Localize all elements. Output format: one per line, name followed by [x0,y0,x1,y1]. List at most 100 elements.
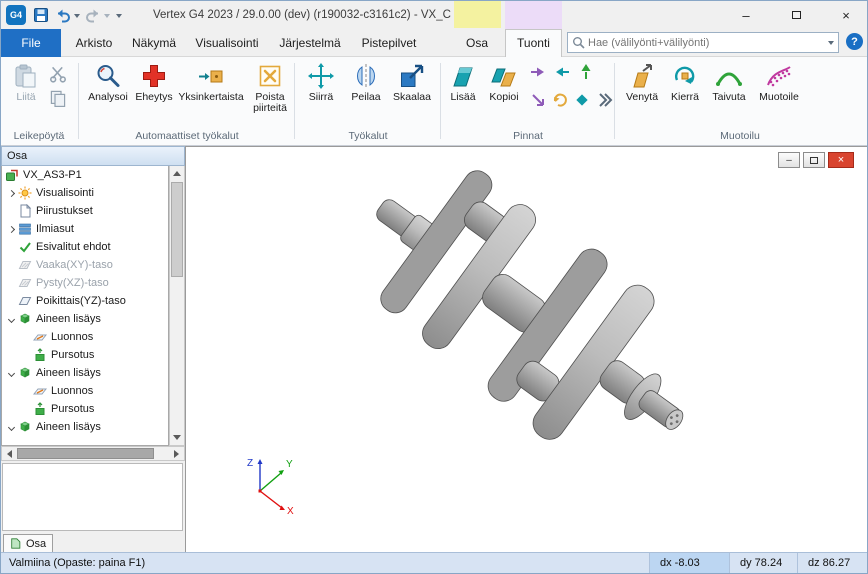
model-viewport[interactable]: Z Y X – × [185,146,868,552]
tab-tuonti[interactable]: Tuonti [505,29,562,57]
scale-button[interactable]: Skaalaa [389,62,435,103]
copy-icon[interactable] [49,89,67,107]
part-page-icon [10,537,22,550]
close-button[interactable]: × [823,1,868,29]
scroll-down-icon[interactable] [170,430,184,445]
ribbon-button-label: Kierrä [671,92,699,103]
analyze-magnifier-icon [94,62,122,90]
tree-item[interactable]: Visualisointi [2,184,168,202]
tree-item[interactable]: Aineen lisäys [2,310,168,328]
tree-item-label: Pursotus [51,403,94,415]
simplify-button[interactable]: Yksinkertaista [177,62,245,103]
scrollbar-thumb[interactable] [171,182,183,277]
chevron-right-icon[interactable] [5,222,18,236]
surface-tool-5-icon[interactable] [551,91,569,109]
chevron-down-icon[interactable] [5,366,18,380]
chevron-down-icon[interactable] [5,312,18,326]
scroll-left-icon[interactable] [2,447,17,460]
viewport-close-button[interactable]: × [828,152,854,168]
tree-item[interactable]: Pursotus [2,346,168,364]
surface-tool-2-icon[interactable] [553,63,571,81]
tree-item-label: Aineen lisäys [36,367,101,379]
tree-item-label: Vaaka(XY)-taso [36,259,113,271]
chevron-right-icon[interactable] [5,186,18,200]
scroll-up-icon[interactable] [170,166,184,181]
scrollbar-thumb[interactable] [17,448,154,459]
surface-add-button[interactable]: Lisää [445,62,481,103]
viewport-restore-button[interactable] [803,152,825,168]
redo-dropdown-icon[interactable] [104,14,110,18]
tree-item[interactable]: Pysty(XZ)-taso [2,274,168,292]
search-input[interactable] [588,34,816,51]
tab-jarjestelma[interactable]: Järjestelmä [271,29,349,57]
mirror-icon [352,62,380,90]
tree-item-label: Luonnos [51,331,93,343]
scroll-right-icon[interactable] [169,447,184,460]
undo-dropdown-icon[interactable] [74,14,80,18]
surface-tool-6-icon[interactable] [573,91,591,109]
toolbar-options-icon[interactable] [116,14,122,18]
viewport-minimize-button[interactable]: – [778,152,800,168]
tree-item[interactable]: Luonnos [2,328,168,346]
minimize-button[interactable]: – [723,1,769,29]
twist-button[interactable]: Kierrä [665,62,705,103]
tab-visualisointi[interactable]: Visualisointi [185,29,269,57]
tree-item[interactable]: Ilmiasut [2,220,168,238]
group-label-auto-tools: Automaattiset työkalut [81,130,293,142]
restore-icon [810,157,818,164]
tree-item[interactable]: Piirustukset [2,202,168,220]
tab-arkisto[interactable]: Arkisto [65,29,123,57]
tree-item[interactable]: Poikittais(YZ)-taso [2,292,168,310]
tab-file[interactable]: File [1,29,61,57]
tree-item[interactable]: Aineen lisäys [2,364,168,382]
panel-bottom-tab-osa[interactable]: Osa [3,534,53,552]
paste-button[interactable]: Liitä [7,62,45,103]
status-message: Valmiina (Opaste: paina F1) [9,553,145,574]
ribbon-button-label: Taivuta [712,92,745,103]
chevron-down-icon[interactable] [5,420,18,434]
heal-button[interactable]: Eheytys [133,62,175,103]
tree-horizontal-scrollbar[interactable] [1,446,185,461]
sketch-icon [33,384,47,398]
tree-item[interactable]: Esivalitut ehdot [2,238,168,256]
tree-item-label: Luonnos [51,385,93,397]
tree-item[interactable]: VX_AS3-P1 [2,166,168,184]
tree-item[interactable]: Vaaka(XY)-taso [2,256,168,274]
save-icon[interactable] [33,7,49,23]
redo-icon[interactable] [85,7,101,23]
tab-pistepilvet[interactable]: Pistepilvet [351,29,427,57]
mirror-button[interactable]: Peilaa [345,62,387,103]
tree-item[interactable]: Luonnos [2,382,168,400]
group-label-clipboard: Leikepöytä [1,130,77,142]
extrude-icon [33,402,47,416]
group-label-tools: Työkalut [297,130,439,142]
analyze-button[interactable]: Analysoi [85,62,131,103]
remove-features-button[interactable]: Poista piirteitä [247,62,293,114]
y-axis-label: Y [286,459,293,470]
tab-nakyma[interactable]: Näkymä [125,29,183,57]
panel-header: Osa [1,146,185,166]
bend-button[interactable]: Taivuta [707,62,751,103]
surface-tool-7-icon[interactable] [595,91,613,109]
undo-icon[interactable] [55,7,71,23]
tree-vertical-scrollbar[interactable] [169,166,185,446]
surface-icon [449,62,477,90]
surface-tool-1-icon[interactable] [529,63,547,81]
surface-tool-3-icon[interactable] [577,63,595,81]
shape-button[interactable]: Muotoile [753,62,805,103]
cut-scissors-icon[interactable] [49,65,67,83]
search-icon [572,36,585,49]
maximize-button[interactable] [773,1,819,29]
bottom-tab-label: Osa [26,538,46,550]
stretch-button[interactable]: Venytä [621,62,663,103]
surface-tool-4-icon[interactable] [529,91,547,109]
extrude-icon [33,348,47,362]
surface-copy-button[interactable]: Kopioi [483,62,525,103]
search-dropdown-icon[interactable] [828,41,834,45]
tab-osa[interactable]: Osa [453,29,501,57]
move-button[interactable]: Siirrä [301,62,341,103]
tree-item[interactable]: Aineen lisäys [2,418,168,436]
ribbon-tab-row: File Arkisto Näkymä Visualisointi Järjes… [1,29,867,57]
tree-item[interactable]: Pursotus [2,400,168,418]
help-button[interactable]: ? [846,33,863,50]
